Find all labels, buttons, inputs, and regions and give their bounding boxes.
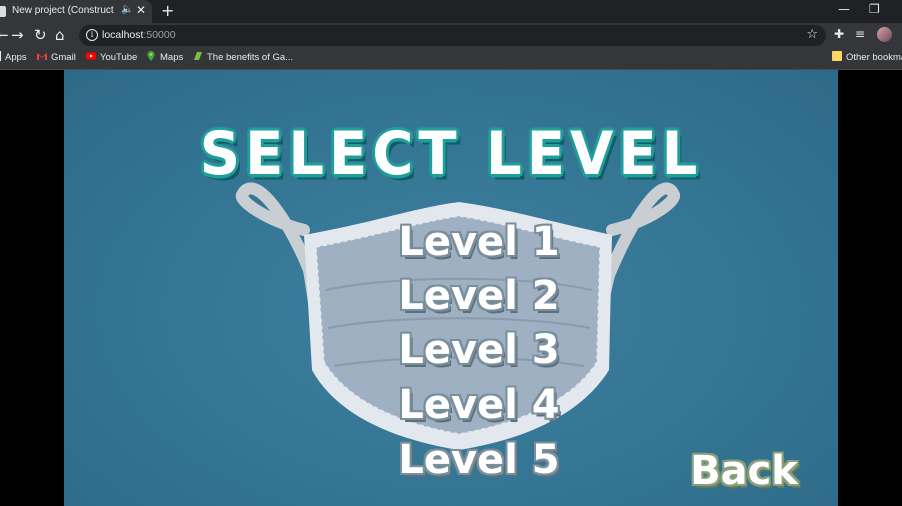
speaker-icon[interactable]: 🔈 bbox=[121, 4, 133, 15]
bookmark-gmail[interactable]: Gmail bbox=[37, 51, 76, 63]
home-icon[interactable]: ⌂ bbox=[55, 26, 65, 44]
level-4-button[interactable]: Level 4 bbox=[394, 381, 564, 429]
restore-icon[interactable]: ❐ bbox=[869, 2, 880, 16]
minimize-icon[interactable]: — bbox=[838, 2, 850, 16]
tab-strip: New project (Construct 2 pr 🔈 ✕ + — ❐ bbox=[0, 0, 902, 23]
tab-title: New project (Construct 2 pr bbox=[12, 5, 116, 16]
close-tab-icon[interactable]: ✕ bbox=[136, 3, 146, 17]
url-host: localhost bbox=[102, 29, 144, 41]
bookmark-label: The benefits of Ga... bbox=[207, 52, 294, 63]
media-control-icon[interactable]: ≡ bbox=[855, 27, 865, 41]
youtube-icon bbox=[86, 52, 96, 60]
bookmark-other[interactable]: Other bookmarks bbox=[832, 51, 902, 63]
address-bar[interactable]: i localhost:50000 ☆ bbox=[79, 25, 826, 46]
page-title: SELECT LEVEL bbox=[199, 120, 703, 189]
bookmark-maps[interactable]: Maps bbox=[146, 51, 183, 63]
other-bookmarks-label: Other bookmarks bbox=[846, 52, 902, 63]
gmail-icon bbox=[37, 53, 47, 60]
url-port: :50000 bbox=[143, 29, 176, 41]
back-arrow-icon[interactable]: ← bbox=[0, 26, 9, 44]
page-icon bbox=[0, 6, 6, 17]
extensions-icon[interactable]: ✚ bbox=[834, 27, 844, 41]
browser-tab[interactable]: New project (Construct 2 pr 🔈 ✕ bbox=[0, 0, 152, 23]
bookmark-site[interactable]: The benefits of Ga... bbox=[193, 51, 293, 63]
back-button[interactable]: Back bbox=[674, 443, 814, 499]
level-5-button[interactable]: Level 5 bbox=[394, 436, 564, 484]
new-tab-icon[interactable]: + bbox=[161, 1, 174, 20]
info-icon[interactable]: i bbox=[86, 29, 98, 41]
bookmarks-bar: Apps Gmail YouTube Maps The benefits of … bbox=[0, 48, 902, 70]
level-1-button[interactable]: Level 1 bbox=[394, 218, 564, 266]
bookmark-apps[interactable]: Apps bbox=[0, 51, 27, 63]
level-2-button[interactable]: Level 2 bbox=[394, 272, 564, 320]
bookmark-label: Gmail bbox=[51, 52, 76, 63]
maps-icon bbox=[147, 51, 155, 61]
game-canvas[interactable]: SELECT LEVEL Level 1 Level 2 Level 3 Lev… bbox=[64, 70, 838, 506]
site-icon bbox=[194, 52, 202, 60]
browser-toolbar: ← → ↻ ⌂ i localhost:50000 ☆ ✚ ≡ bbox=[0, 23, 902, 48]
bookmark-label: Maps bbox=[160, 52, 184, 63]
bookmark-youtube[interactable]: YouTube bbox=[86, 51, 137, 63]
folder-icon bbox=[832, 51, 842, 61]
reload-icon[interactable]: ↻ bbox=[34, 26, 47, 44]
bookmark-star-icon[interactable]: ☆ bbox=[806, 27, 818, 42]
avatar[interactable] bbox=[877, 27, 892, 42]
bookmark-label: YouTube bbox=[100, 52, 138, 63]
url-text: localhost:50000 bbox=[102, 29, 176, 41]
bookmark-label: Apps bbox=[5, 52, 27, 63]
forward-arrow-icon[interactable]: → bbox=[11, 26, 24, 44]
apps-icon bbox=[0, 51, 1, 61]
level-3-button[interactable]: Level 3 bbox=[394, 326, 564, 374]
